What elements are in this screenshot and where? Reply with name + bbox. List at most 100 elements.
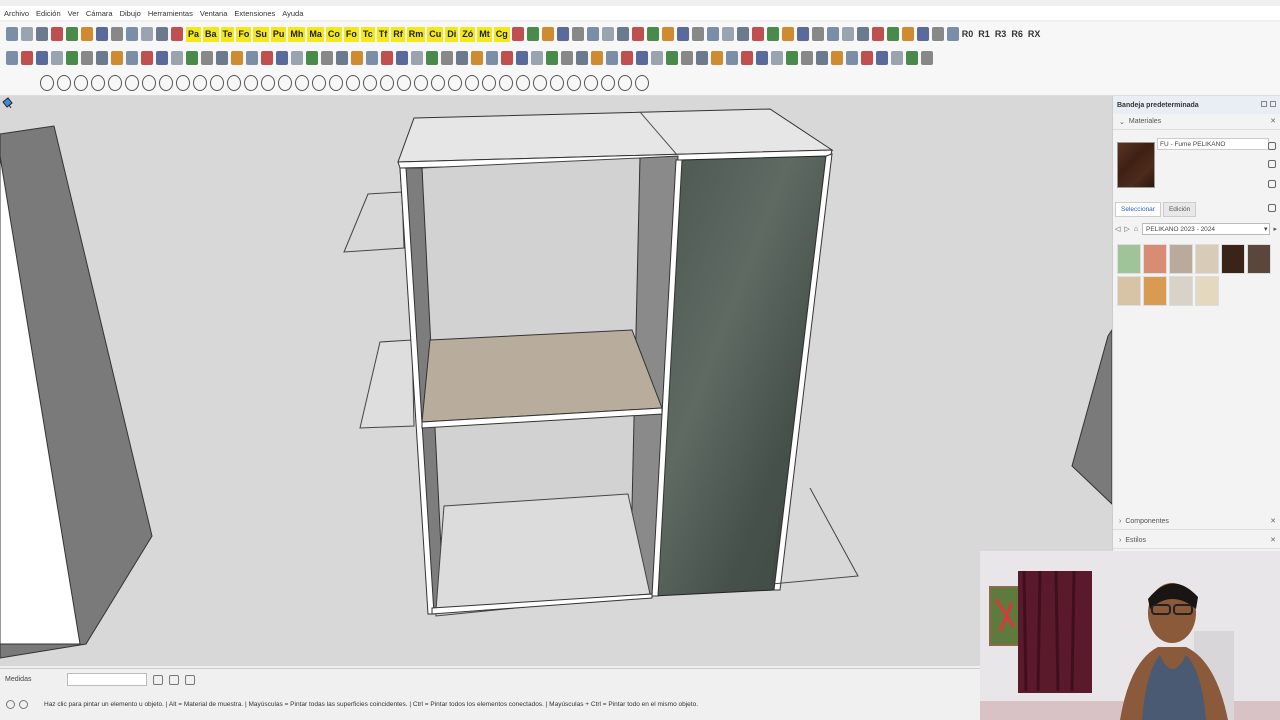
- tool-icon[interactable]: [651, 51, 663, 65]
- menu-item-extensiones[interactable]: Extensiones: [234, 9, 275, 18]
- tool-icon[interactable]: [57, 74, 71, 91]
- menu-item-ayuda[interactable]: Ayuda: [282, 9, 303, 18]
- plugin-button[interactable]: Su: [253, 26, 269, 42]
- tool-icon[interactable]: [533, 74, 547, 91]
- rotate-button[interactable]: R3: [995, 29, 1007, 39]
- edit-material-icon[interactable]: [1268, 142, 1276, 150]
- close-icon[interactable]: ✕: [1270, 517, 1276, 525]
- tool-icon[interactable]: [841, 27, 854, 41]
- tool-icon[interactable]: [891, 51, 903, 65]
- rotate-button[interactable]: R0: [962, 29, 974, 39]
- tool-icon[interactable]: [411, 51, 423, 65]
- pin-icon[interactable]: [1261, 101, 1267, 107]
- tool-icon[interactable]: [696, 51, 708, 65]
- help-icon[interactable]: [19, 699, 28, 709]
- plugin-button[interactable]: Ba: [203, 26, 219, 42]
- tool-icon[interactable]: [916, 27, 929, 41]
- tool-icon[interactable]: [666, 51, 678, 65]
- tool-icon[interactable]: [91, 74, 105, 91]
- tool-icon[interactable]: [431, 74, 445, 91]
- tool-icon[interactable]: [201, 51, 213, 65]
- tool-icon[interactable]: [295, 74, 309, 91]
- tool-icon[interactable]: [706, 27, 719, 41]
- tool-icon[interactable]: [176, 74, 190, 91]
- tool-icon[interactable]: [111, 27, 123, 41]
- tool-icon[interactable]: [871, 27, 884, 41]
- tool-icon[interactable]: [246, 51, 258, 65]
- tool-icon[interactable]: [606, 51, 618, 65]
- tool-icon[interactable]: [51, 51, 63, 65]
- tool-icon[interactable]: [441, 51, 453, 65]
- tool-icon[interactable]: [426, 51, 438, 65]
- tool-icon[interactable]: [231, 51, 243, 65]
- tool-icon[interactable]: [736, 27, 749, 41]
- plugin-button[interactable]: Cg: [493, 26, 510, 42]
- tool-icon[interactable]: [831, 51, 843, 65]
- tool-icon[interactable]: [561, 51, 573, 65]
- rotate-button[interactable]: RX: [1028, 29, 1041, 39]
- tool-icon[interactable]: [329, 74, 343, 91]
- close-icon[interactable]: ✕: [1270, 117, 1276, 125]
- tool-icon[interactable]: [721, 27, 734, 41]
- tool-icon[interactable]: [511, 27, 524, 41]
- forward-arrow-icon[interactable]: ▷: [1124, 225, 1129, 233]
- tool-icon[interactable]: [586, 27, 599, 41]
- plugin-button[interactable]: Fo: [236, 26, 252, 42]
- tool-icon[interactable]: [351, 51, 363, 65]
- tool-icon[interactable]: [601, 27, 614, 41]
- tool-icon[interactable]: [751, 27, 764, 41]
- tab-select[interactable]: Seleccionar: [1115, 202, 1161, 217]
- tool-icon[interactable]: [591, 51, 603, 65]
- info-icon[interactable]: [6, 699, 15, 709]
- model-viewport[interactable]: [0, 96, 1112, 666]
- tool-icon[interactable]: [40, 74, 54, 91]
- tool-icon[interactable]: [397, 74, 411, 91]
- tool-icon[interactable]: [142, 74, 156, 91]
- tool-icon[interactable]: [501, 51, 513, 65]
- tool-icon[interactable]: [363, 74, 377, 91]
- tool-icon[interactable]: [486, 51, 498, 65]
- tool-icon[interactable]: [336, 51, 348, 65]
- material-swatch[interactable]: [1143, 244, 1167, 274]
- tool-icon[interactable]: [676, 27, 689, 41]
- tool-icon[interactable]: [51, 27, 63, 41]
- tool-icon[interactable]: [801, 51, 813, 65]
- menu-item-ver[interactable]: Ver: [68, 9, 79, 18]
- tool-icon[interactable]: [21, 51, 33, 65]
- tool-icon[interactable]: [126, 27, 138, 41]
- rotate-button[interactable]: R6: [1011, 29, 1023, 39]
- tool-icon[interactable]: [726, 51, 738, 65]
- tool-icon[interactable]: [876, 51, 888, 65]
- tool-icon[interactable]: [771, 51, 783, 65]
- tool-icon[interactable]: [576, 51, 588, 65]
- tool-icon[interactable]: [21, 27, 33, 41]
- tool-icon[interactable]: [741, 51, 753, 65]
- tool-icon[interactable]: [156, 51, 168, 65]
- tool-icon[interactable]: [541, 27, 554, 41]
- tool-icon[interactable]: [74, 74, 88, 91]
- create-material-icon[interactable]: [1268, 160, 1276, 168]
- tool-icon[interactable]: [6, 51, 18, 65]
- plugin-button[interactable]: Rf: [391, 26, 405, 42]
- tool-icon[interactable]: [786, 51, 798, 65]
- menu-item-edicion[interactable]: Edición: [36, 9, 61, 18]
- plugin-button[interactable]: Tf: [376, 26, 390, 42]
- tool-icon[interactable]: [456, 51, 468, 65]
- tool-icon[interactable]: [126, 51, 138, 65]
- rotate-button[interactable]: R1: [978, 29, 990, 39]
- tool-icon[interactable]: [278, 74, 292, 91]
- tool-icon[interactable]: [921, 51, 933, 65]
- plugin-button[interactable]: Pa: [186, 26, 202, 42]
- tool-icon[interactable]: [766, 27, 779, 41]
- tool-icon[interactable]: [141, 51, 153, 65]
- tool-icon[interactable]: [81, 27, 93, 41]
- components-section-header[interactable]: › Componentes ✕: [1113, 514, 1280, 530]
- menu-item-archivo[interactable]: Archivo: [4, 9, 29, 18]
- tool-icon[interactable]: [159, 74, 173, 91]
- tool-icon[interactable]: [312, 74, 326, 91]
- tool-icon[interactable]: [906, 51, 918, 65]
- tool-icon[interactable]: [156, 27, 168, 41]
- material-preview-swatch[interactable]: [1117, 142, 1155, 188]
- tool-icon[interactable]: [193, 74, 207, 91]
- tool-icon[interactable]: [381, 51, 393, 65]
